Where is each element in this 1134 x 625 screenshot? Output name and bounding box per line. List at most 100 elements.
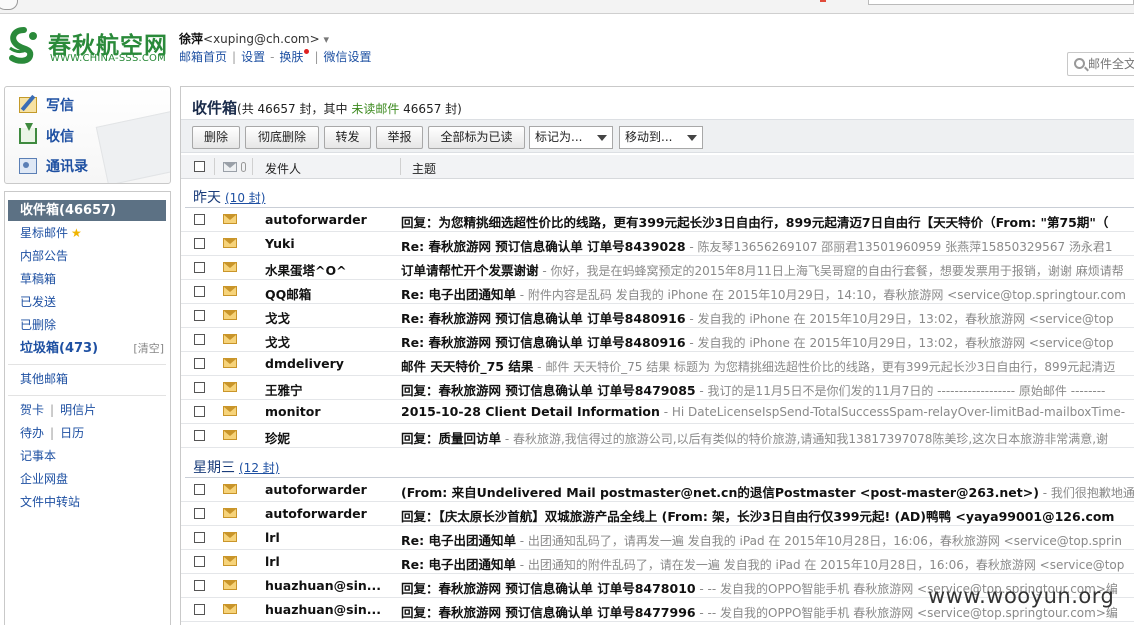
email-checkbox[interactable]	[194, 604, 205, 615]
postcard-link[interactable]: 明信片	[60, 403, 96, 417]
folder-spam[interactable]: 垃圾箱(473) [清空]	[8, 338, 166, 359]
email-row[interactable]: monitor 2015-10-28 Client Detail Informa…	[181, 400, 1134, 424]
search-icon[interactable]	[1074, 58, 1085, 69]
browser-address-field[interactable]	[868, 0, 1134, 5]
email-subject[interactable]: Re: 电子出团通知单 - 附件内容是乱码 发自我的 iPhone 在 2015…	[401, 284, 1126, 303]
folder-sent[interactable]: 已发送	[8, 292, 166, 313]
folder-sidebar: 收件箱(46657) 星标邮件 ★ 内部公告 草稿箱 已发送 已删除 垃圾箱(47…	[4, 191, 171, 625]
email-row[interactable]: Yuki Re: 春秋旅游网 预订信息确认单 订单号8439028 - 陈友琴1…	[181, 232, 1134, 256]
write-mail-button[interactable]: 写信	[19, 93, 74, 117]
email-checkbox[interactable]	[194, 238, 205, 249]
calendar-link[interactable]: 日历	[60, 426, 84, 440]
email-row[interactable]: 戈戈 Re: 春秋旅游网 预订信息确认单 订单号8480916 - 发自我的 i…	[181, 304, 1134, 328]
email-subject[interactable]: Re: 春秋旅游网 预订信息确认单 订单号8480916 - 发自我的 iPho…	[401, 332, 1114, 351]
email-row[interactable]: 珍妮 回复：质量回访单 - 春秋旅游,我信得过的旅游公司,以后有类似的特价旅游,…	[181, 424, 1134, 448]
email-checkbox[interactable]	[194, 508, 205, 519]
email-row[interactable]: autoforwarder 回复：【庆太原长沙首航】双城旅游产品全线上 (Fro…	[181, 502, 1134, 526]
email-checkbox[interactable]	[194, 556, 205, 567]
email-subject[interactable]: 邮件 天天特价_75 结果 - 邮件 天天特价_75 结果 标题为 为您精挑细选…	[401, 356, 1115, 375]
read-status-column-icon[interactable]	[223, 162, 237, 172]
email-checkbox[interactable]	[194, 382, 205, 393]
delete-button[interactable]: 删除	[192, 126, 240, 149]
user-account[interactable]: 徐萍<xuping@ch.com> ▾	[179, 30, 329, 47]
email-row[interactable]: dmdelivery 邮件 天天特价_75 结果 - 邮件 天天特价_75 结果…	[181, 352, 1134, 376]
email-sender: 戈戈	[265, 311, 291, 326]
email-checkbox[interactable]	[194, 358, 205, 369]
browser-nav-button[interactable]	[0, 0, 18, 10]
email-checkbox[interactable]	[194, 430, 205, 441]
clear-spam-link[interactable]: [清空]	[133, 338, 164, 359]
search-input[interactable]	[1088, 56, 1134, 72]
email-subject[interactable]: (From: 来自Undelivered Mail postmaster@net…	[401, 482, 1134, 501]
email-subject[interactable]: 2015-10-28 Client Detail Information - H…	[401, 404, 1125, 419]
email-subject[interactable]: 回复：为您精挑细选超性价比的线路，更有399元起长沙3日自由行，899元起清迈7…	[401, 212, 1108, 231]
email-subject-text: Re: 春秋旅游网 预订信息确认单 订单号8439028	[401, 239, 686, 254]
email-subject[interactable]: Re: 春秋旅游网 预订信息确认单 订单号8480916 - 发自我的 iPho…	[401, 308, 1114, 327]
date-group-count[interactable]: (12 封)	[239, 461, 279, 475]
mail-search[interactable]	[1067, 52, 1134, 76]
email-subject[interactable]: 回复：质量回访单 - 春秋旅游,我信得过的旅游公司,以后有类似的特价旅游,请通知…	[401, 428, 1108, 447]
email-checkbox[interactable]	[194, 532, 205, 543]
unread-mail-link[interactable]: 未读邮件	[351, 102, 399, 116]
email-subject[interactable]: Re: 电子出团通知单 - 出团通知乱码了，请再发一遍 发自我的 iPad 在 …	[401, 530, 1122, 549]
email-checkbox[interactable]	[194, 310, 205, 321]
report-button[interactable]: 举报	[376, 126, 423, 149]
contacts-button[interactable]: 通讯录	[19, 154, 88, 178]
folder-internal-notice[interactable]: 内部公告	[8, 246, 166, 267]
email-row[interactable]: autoforwarder 回复：为您精挑细选超性价比的线路，更有399元起长沙…	[181, 208, 1134, 232]
folder-starred-label: 星标邮件	[20, 226, 69, 240]
email-checkbox[interactable]	[194, 484, 205, 495]
email-row[interactable]: 水果蛋塔^O^ 订单请帮忙开个发票谢谢 - 你好，我是在蚂蜂窝预定的2015年8…	[181, 256, 1134, 280]
forward-button[interactable]: 转发	[324, 126, 371, 149]
email-checkbox[interactable]	[194, 334, 205, 345]
email-subject[interactable]: 回复：春秋旅游网 预订信息确认单 订单号8479085 - 我订的是11月5日不…	[401, 380, 1105, 399]
email-checkbox[interactable]	[194, 406, 205, 417]
email-subject-text: 回复：春秋旅游网 预订信息确认单 订单号8477996	[401, 605, 696, 620]
email-subject-text: Re: 电子出团通知单	[401, 287, 516, 302]
email-row[interactable]: autoforwarder (From: 来自Undelivered Mail …	[181, 478, 1134, 502]
folder-starred[interactable]: 星标邮件 ★	[8, 223, 166, 244]
logo[interactable]: 春秋航空网 WWW.CHINA-SSS.COM	[4, 26, 169, 66]
email-checkbox[interactable]	[194, 286, 205, 297]
select-all-checkbox[interactable]	[194, 161, 205, 172]
folder-inbox[interactable]: 收件箱(46657)	[8, 200, 166, 221]
email-subject[interactable]: 订单请帮忙开个发票谢谢 - 你好，我是在蚂蜂窝预定的2015年8月11日上海飞吴…	[401, 260, 1124, 279]
email-sender: Yuki	[265, 236, 295, 251]
email-sender: dmdelivery	[265, 356, 344, 371]
email-checkbox[interactable]	[194, 262, 205, 273]
email-checkbox[interactable]	[194, 214, 205, 225]
email-subject[interactable]: Re: 春秋旅游网 预订信息确认单 订单号8439028 - 陈友琴136562…	[401, 236, 1113, 255]
email-row[interactable]: QQ邮箱 Re: 电子出团通知单 - 附件内容是乱码 发自我的 iPhone 在…	[181, 280, 1134, 304]
attachment-column-icon[interactable]	[241, 162, 246, 172]
todo-link[interactable]: 待办	[20, 426, 44, 440]
email-row[interactable]: lrl Re: 电子出团通知单 - 出团通知的附件乱码了，请在发一遍 发自我的 …	[181, 550, 1134, 574]
mark-as-select[interactable]: 标记为...	[529, 126, 613, 149]
netdisk-link[interactable]: 企业网盘	[8, 469, 166, 490]
receive-mail-button[interactable]: 收信	[19, 123, 74, 148]
notes-link[interactable]: 记事本	[8, 446, 166, 467]
folder-drafts[interactable]: 草稿箱	[8, 269, 166, 290]
account-dropdown-icon[interactable]: ▾	[323, 33, 329, 46]
nav-mailbox-home[interactable]: 邮箱首页	[179, 50, 227, 64]
date-group-count[interactable]: (10 封)	[225, 191, 265, 205]
sender-column-header[interactable]: 发件人	[265, 160, 301, 177]
subject-column-header[interactable]: 主题	[412, 160, 436, 177]
email-subject[interactable]: 回复：【庆太原长沙首航】双城旅游产品全线上 (From: 架，长沙3日自由行仅3…	[401, 506, 1114, 525]
folder-deleted[interactable]: 已删除	[8, 315, 166, 336]
move-to-select[interactable]: 移动到...	[619, 126, 703, 149]
nav-wechat-settings[interactable]: 微信设置	[323, 50, 371, 64]
unread-envelope-icon	[223, 430, 237, 440]
file-transfer-link[interactable]: 文件中转站	[8, 492, 166, 513]
email-subject[interactable]: Re: 电子出团通知单 - 出团通知的附件乱码了，请在发一遍 发自我的 iPad…	[401, 554, 1124, 573]
email-row[interactable]: lrl Re: 电子出团通知单 - 出团通知乱码了，请再发一遍 发自我的 iPa…	[181, 526, 1134, 550]
nav-skin[interactable]: 换肤	[279, 50, 303, 64]
nav-settings[interactable]: 设置	[241, 50, 265, 64]
email-row[interactable]: 戈戈 Re: 春秋旅游网 预订信息确认单 订单号8480916 - 发自我的 i…	[181, 328, 1134, 352]
greeting-card-link[interactable]: 贺卡	[20, 403, 44, 417]
email-checkbox[interactable]	[194, 580, 205, 591]
folder-other-mailboxes[interactable]: 其他邮箱	[8, 369, 166, 390]
permanent-delete-button[interactable]: 彻底删除	[245, 126, 319, 149]
email-row[interactable]: 王雅宁 回复：春秋旅游网 预订信息确认单 订单号8479085 - 我订的是11…	[181, 376, 1134, 400]
mark-all-read-button[interactable]: 全部标为已读	[428, 126, 525, 149]
unread-envelope-icon	[223, 508, 237, 518]
